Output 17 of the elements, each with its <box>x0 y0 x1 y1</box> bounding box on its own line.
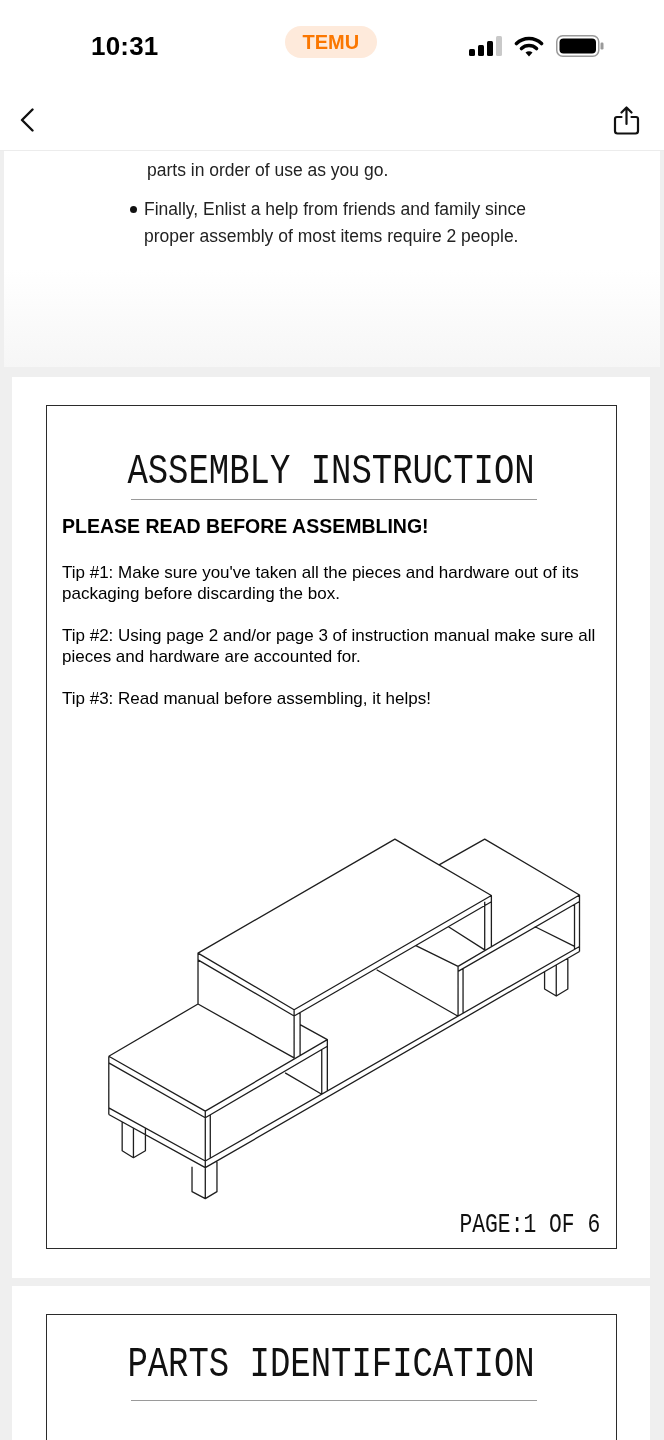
page-number: PAGE:1 OF 6 <box>459 1213 600 1237</box>
tip-text: Tip #3: Read manual before assembling, it helps! <box>62 688 432 709</box>
wifi-icon <box>514 35 545 57</box>
status-time: 10:31 <box>91 31 159 61</box>
battery-icon <box>556 35 605 57</box>
warning-heading: PLEASE READ BEFORE ASSEMBLING! <box>62 514 430 538</box>
app-badge: TEMU <box>284 26 378 58</box>
page-title: PARTS IDENTIFICATION <box>127 1343 536 1387</box>
back-icon[interactable] <box>20 108 34 132</box>
share-icon[interactable] <box>613 105 640 135</box>
page-title: ASSEMBLY INSTRUCTION <box>127 450 536 494</box>
bullet-icon <box>130 206 137 213</box>
tip-text: Tip #1: Make sure you've taken all the pieces and hardware out of its packaging before discarding the box. <box>62 562 580 604</box>
bullet-text: Finally, Enlist a help from friends and family since proper assembly of most items require 2 people. <box>144 198 527 248</box>
tip-text: Tip #2: Using page 2 and/or page 3 of instruction manual make sure all pieces and hardware are accounted for. <box>62 625 597 667</box>
body-text: parts in order of use as you go. <box>147 159 390 182</box>
signal-icon <box>469 36 503 56</box>
